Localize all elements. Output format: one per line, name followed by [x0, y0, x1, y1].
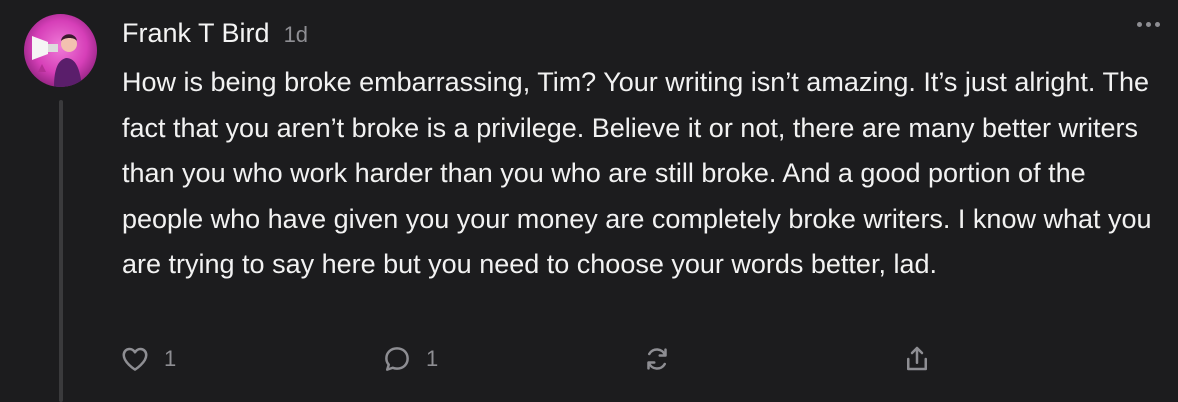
- share-upload-icon: [907, 346, 927, 371]
- comment-body: How is being broke embarrassing, Tim? Yo…: [122, 67, 1152, 279]
- ellipsis-icon: [1137, 22, 1142, 27]
- reply-count: 1: [426, 346, 439, 371]
- heart-icon: [122, 347, 148, 371]
- avatar[interactable]: [24, 14, 97, 87]
- like-count: 1: [164, 346, 177, 371]
- thread-line: [59, 100, 63, 402]
- comment-header: Frank T Bird 1d: [122, 18, 308, 49]
- comment-timestamp[interactable]: 1d: [284, 22, 308, 48]
- speech-bubble-icon: [385, 347, 409, 371]
- comment-card: Frank T Bird 1d How is being broke embar…: [0, 0, 1178, 402]
- author-name[interactable]: Frank T Bird: [122, 18, 270, 49]
- reply-button[interactable]: 1: [382, 344, 438, 374]
- share-button[interactable]: [902, 344, 932, 374]
- more-options-button[interactable]: [1137, 22, 1160, 27]
- restack-arrows-icon: [647, 348, 667, 370]
- comment-actions: 1 1: [120, 344, 1160, 384]
- avatar-image: [24, 14, 97, 87]
- restack-button[interactable]: [642, 344, 672, 374]
- like-button[interactable]: 1: [120, 344, 176, 374]
